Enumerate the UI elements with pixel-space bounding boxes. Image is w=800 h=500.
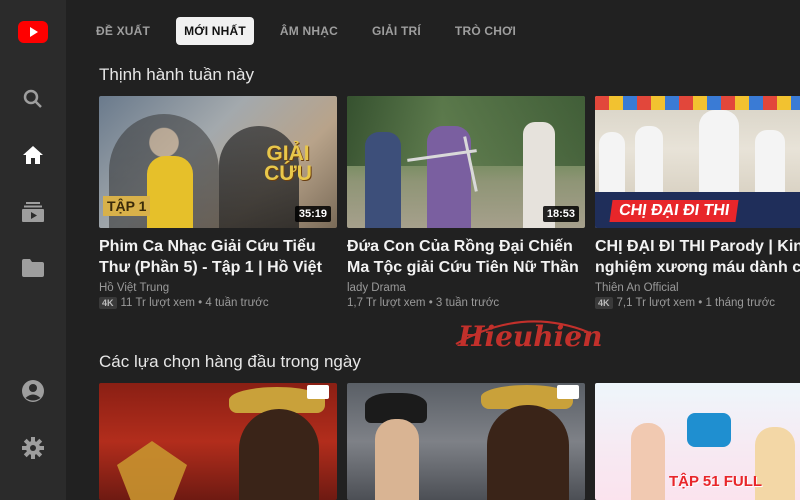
library-icon[interactable] (0, 248, 66, 288)
video-thumbnail[interactable]: TẬP 1 GIẢI CỨU 35:19 (99, 96, 337, 228)
watermark-logo: Hieuhien (452, 314, 602, 360)
tab-gaming[interactable]: TRÒ CHƠI (447, 17, 524, 45)
video-card-3[interactable]: CHỊ ĐẠI ĐI THI CHỊ ĐẠI ĐI THI Parody | K… (595, 96, 800, 309)
video-title[interactable]: Đứa Con Của Rồng Đại Chiến Ma Tộc giải C… (347, 236, 585, 278)
video-channel[interactable]: lady Drama (347, 282, 585, 294)
settings-icon[interactable] (0, 428, 66, 468)
thumb-text-title: CHỊ ĐẠI ĐI THI (609, 200, 739, 222)
sidebar (0, 0, 66, 500)
video-duration: 18:53 (542, 206, 579, 222)
video-meta: 4K 11 Tr lượt xem • 4 tuần trước (99, 297, 337, 309)
video-stats: 11 Tr lượt xem • 4 tuần trước (120, 297, 269, 309)
section-title-trending: Thịnh hành tuần này (99, 65, 255, 84)
tab-recommended[interactable]: ĐỀ XUẤT (88, 17, 158, 45)
video-thumbnail[interactable]: CHỊ ĐẠI ĐI THI (595, 96, 800, 228)
video-meta: 4K 7,1 Tr lượt xem • 1 tháng trước (595, 297, 800, 309)
account-icon[interactable] (0, 371, 66, 411)
video-title[interactable]: Phim Ca Nhạc Giải Cứu Tiểu Thư (Phần 5) … (99, 236, 337, 278)
thumb-text-title: GIẢI CỨU (264, 142, 312, 185)
video-card-2[interactable]: 18:53 Đứa Con Của Rồng Đại Chiến Ma Tộc … (347, 96, 585, 309)
video-stats: 7,1 Tr lượt xem • 1 tháng trước (616, 297, 776, 309)
subscriptions-icon[interactable] (0, 192, 66, 232)
search-icon[interactable] (0, 79, 66, 119)
video-duration: 35:19 (294, 206, 331, 222)
video-meta: 1,7 Tr lượt xem • 3 tuần trước (347, 297, 585, 309)
badge-4k: 4K (595, 297, 613, 309)
watermark-text: Hieuhien (458, 320, 603, 353)
video-channel[interactable]: Hồ Việt Trung (99, 282, 337, 294)
tab-latest[interactable]: MỚI NHẤT (176, 17, 254, 45)
video-thumbnail[interactable]: 18:53 (347, 96, 585, 228)
badge-4k: 4K (99, 297, 117, 309)
video-thumbnail[interactable] (347, 383, 585, 500)
thumb-text-episode: TẬP 51 FULL (669, 473, 763, 490)
home-icon[interactable] (0, 135, 66, 175)
video-thumbnail[interactable] (99, 383, 337, 500)
video-card-6[interactable]: TẬP 51 FULL (595, 383, 800, 500)
video-card-1[interactable]: TẬP 1 GIẢI CỨU 35:19 Phim Ca Nhạc Giải C… (99, 96, 337, 309)
youtube-logo-icon[interactable] (0, 12, 66, 52)
video-card-4[interactable] (99, 383, 337, 500)
thumb-text-episode: TẬP 1 (103, 196, 151, 216)
video-thumbnail[interactable]: TẬP 51 FULL (595, 383, 800, 500)
video-title[interactable]: CHỊ ĐẠI ĐI THI Parody | Kinh nghiệm xươn… (595, 236, 800, 278)
video-stats: 1,7 Tr lượt xem • 3 tuần trước (347, 297, 500, 309)
video-channel[interactable]: Thiên An Official (595, 282, 800, 294)
section-title-top-picks: Các lựa chọn hàng đầu trong ngày (99, 352, 361, 371)
tab-music[interactable]: ÂM NHẠC (272, 17, 346, 45)
category-tabs: ĐỀ XUẤT MỚI NHẤT ÂM NHẠC GIẢI TRÍ TRÒ CH… (88, 16, 536, 46)
video-card-5[interactable] (347, 383, 585, 500)
tab-entertainment[interactable]: GIẢI TRÍ (364, 17, 429, 45)
